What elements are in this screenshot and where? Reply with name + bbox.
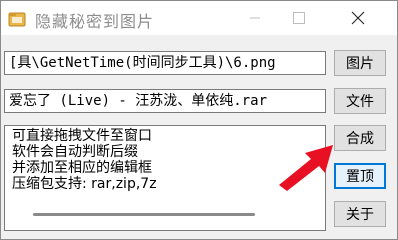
- maximize-icon: [293, 12, 305, 24]
- pin-top-button[interactable]: 置顶: [334, 163, 386, 189]
- minimize-button[interactable]: [233, 1, 277, 35]
- close-button[interactable]: [335, 1, 381, 35]
- window-title: 隐藏秘密到图片: [35, 12, 155, 31]
- file-path-field[interactable]: 爱忘了 (Live) - 汪苏泷、单依纯.rar: [4, 89, 326, 113]
- horizontal-scrollbar[interactable]: [33, 213, 255, 216]
- info-line: 可直接拖拽文件至窗口: [12, 128, 152, 144]
- info-line: 软件会自动判断后缀: [12, 144, 138, 160]
- minimize-icon: [250, 17, 260, 19]
- app-folder-icon: [8, 12, 26, 27]
- title-bar: 隐藏秘密到图片: [1, 1, 397, 35]
- info-line: 压缩包支持: rar,zip,7z: [12, 176, 157, 192]
- info-line: 并添加至相应的编辑框: [12, 160, 152, 176]
- image-path-field[interactable]: [具\GetNetTime(时间同步工具)\6.png: [4, 51, 326, 75]
- close-icon: [351, 11, 365, 25]
- merge-button[interactable]: 合成: [334, 125, 386, 151]
- about-button[interactable]: 关于: [334, 201, 386, 227]
- file-button[interactable]: 文件: [334, 88, 386, 114]
- maximize-button[interactable]: [277, 1, 321, 35]
- red-arrow-icon: [279, 145, 333, 191]
- image-button[interactable]: 图片: [334, 50, 386, 76]
- app-window: 隐藏秘密到图片 [具\GetNetTime(时间同步工具)\6.png 图片 爱…: [0, 0, 398, 240]
